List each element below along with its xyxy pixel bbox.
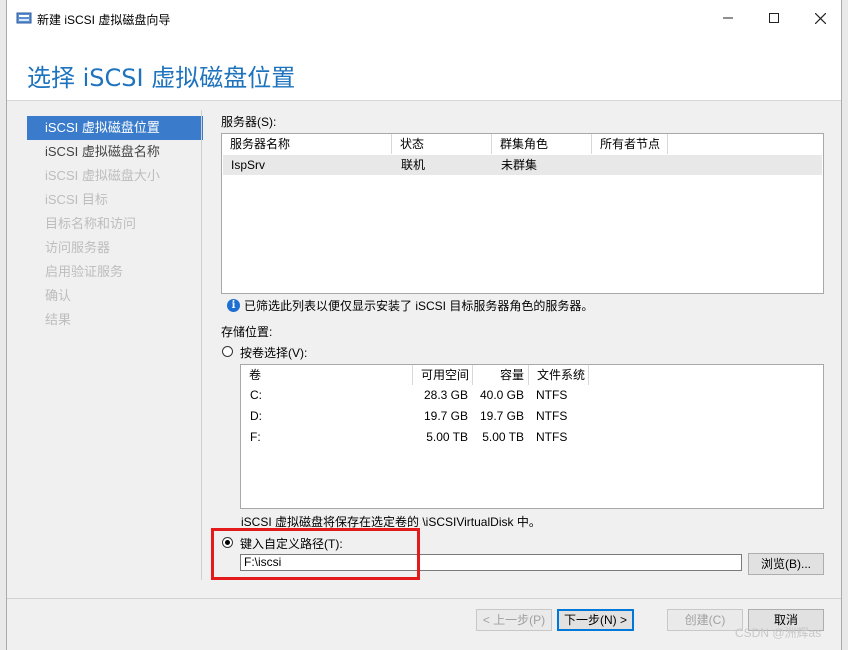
table-row[interactable]: F: 5.00 TB 5.00 TB NTFS: [242, 427, 822, 447]
col-server-name[interactable]: 服务器名称: [222, 134, 392, 154]
maximize-button[interactable]: [751, 0, 797, 36]
free-cell: 5.00 TB: [426, 430, 468, 444]
storage-label: 存储位置:: [221, 325, 273, 339]
nav-item-results: 结果: [45, 312, 72, 327]
col-owner-node[interactable]: 所有者节点: [592, 134, 668, 154]
servers-info-text: 已筛选此列表以便仅显示安装了 iSCSI 目标服务器角色的服务器。: [244, 298, 594, 313]
server-cluster-cell: 未群集: [501, 158, 538, 172]
volume-cell: F:: [250, 430, 261, 444]
info-icon: i: [227, 298, 240, 312]
fs-cell: NTFS: [536, 430, 568, 444]
title-bar[interactable]: 新建 iSCSI 虚拟磁盘向导: [7, 0, 841, 36]
volumes-table[interactable]: 卷 可用空间 容量 文件系统 C: 28.3 GB 40.0 GB NTFS D…: [240, 364, 824, 509]
close-button[interactable]: [797, 0, 843, 36]
capacity-cell: 5.00 TB: [482, 430, 524, 444]
volumes-table-header: 卷 可用空间 容量 文件系统: [241, 365, 823, 385]
server-manager-icon: [16, 12, 32, 24]
fs-cell: NTFS: [536, 409, 568, 423]
next-button[interactable]: 下一步(N) >: [557, 609, 634, 631]
by-volume-label[interactable]: 按卷选择(V):: [240, 344, 307, 361]
free-cell: 28.3 GB: [423, 388, 468, 402]
wizard-nav: iSCSI 虚拟磁盘位置 iSCSI 虚拟磁盘名称 iSCSI 虚拟磁盘大小 i…: [27, 116, 203, 332]
capacity-cell: 40.0 GB: [479, 388, 524, 402]
create-button[interactable]: 创建(C): [667, 609, 743, 631]
servers-table[interactable]: 服务器名称 状态 群集角色 所有者节点 IspSrv 联机 未群集: [221, 133, 824, 294]
highlight-box: [211, 528, 420, 580]
nav-item-enable-auth: 启用验证服务: [45, 264, 124, 279]
table-row[interactable]: IspSrv 联机 未群集: [223, 155, 822, 175]
servers-label: 服务器(S):: [221, 115, 277, 129]
nav-item-disk-name[interactable]: iSCSI 虚拟磁盘名称: [27, 140, 203, 164]
server-name-cell: IspSrv: [231, 158, 266, 172]
col-free-space[interactable]: 可用空间: [413, 365, 473, 385]
nav-divider: [201, 110, 202, 580]
watermark: CSDN @洲辉as: [735, 626, 822, 640]
page-title: 选择 iSCSI 虚拟磁盘位置: [27, 64, 296, 92]
nav-item-disk-location[interactable]: iSCSI 虚拟磁盘位置: [27, 116, 203, 140]
minimize-icon: [723, 17, 733, 19]
page-header: 选择 iSCSI 虚拟磁盘位置: [7, 36, 841, 101]
minimize-button[interactable]: [705, 0, 751, 36]
prev-button[interactable]: < 上一步(P): [476, 609, 552, 631]
nav-item-disk-size: iSCSI 虚拟磁盘大小: [45, 168, 160, 183]
nav-item-target-name-access: 目标名称和访问: [45, 216, 137, 231]
close-icon: [814, 12, 826, 24]
volume-cell: D:: [250, 409, 262, 423]
server-status-cell: 联机: [401, 158, 426, 172]
table-row[interactable]: C: 28.3 GB 40.0 GB NTFS: [242, 385, 822, 405]
col-cluster-role[interactable]: 群集角色: [492, 134, 592, 154]
wizard-window: 新建 iSCSI 虚拟磁盘向导 选择 iSCSI 虚拟磁盘位置 iSCSI 虚拟…: [6, 0, 842, 650]
col-status[interactable]: 状态: [392, 134, 492, 154]
nav-item-confirm: 确认: [45, 288, 72, 303]
fs-cell: NTFS: [536, 388, 568, 402]
by-volume-radio[interactable]: [222, 346, 233, 357]
maximize-icon: [769, 13, 779, 23]
volume-cell: C:: [250, 388, 262, 402]
browse-button[interactable]: 浏览(B)...: [748, 553, 824, 575]
servers-info: i 已筛选此列表以便仅显示安装了 iSCSI 目标服务器角色的服务器。: [227, 297, 593, 313]
nav-item-access-servers: 访问服务器: [45, 240, 111, 255]
window-title: 新建 iSCSI 虚拟磁盘向导: [37, 13, 171, 27]
nav-item-iscsi-target: iSCSI 目标: [45, 192, 108, 207]
footer-divider: [7, 598, 841, 599]
col-file-system[interactable]: 文件系统: [529, 365, 589, 385]
col-capacity[interactable]: 容量: [473, 365, 529, 385]
col-volume[interactable]: 卷: [241, 365, 413, 385]
servers-table-header: 服务器名称 状态 群集角色 所有者节点: [222, 134, 823, 154]
table-row[interactable]: D: 19.7 GB 19.7 GB NTFS: [242, 406, 822, 426]
capacity-cell: 19.7 GB: [479, 409, 524, 423]
free-cell: 19.7 GB: [423, 409, 468, 423]
